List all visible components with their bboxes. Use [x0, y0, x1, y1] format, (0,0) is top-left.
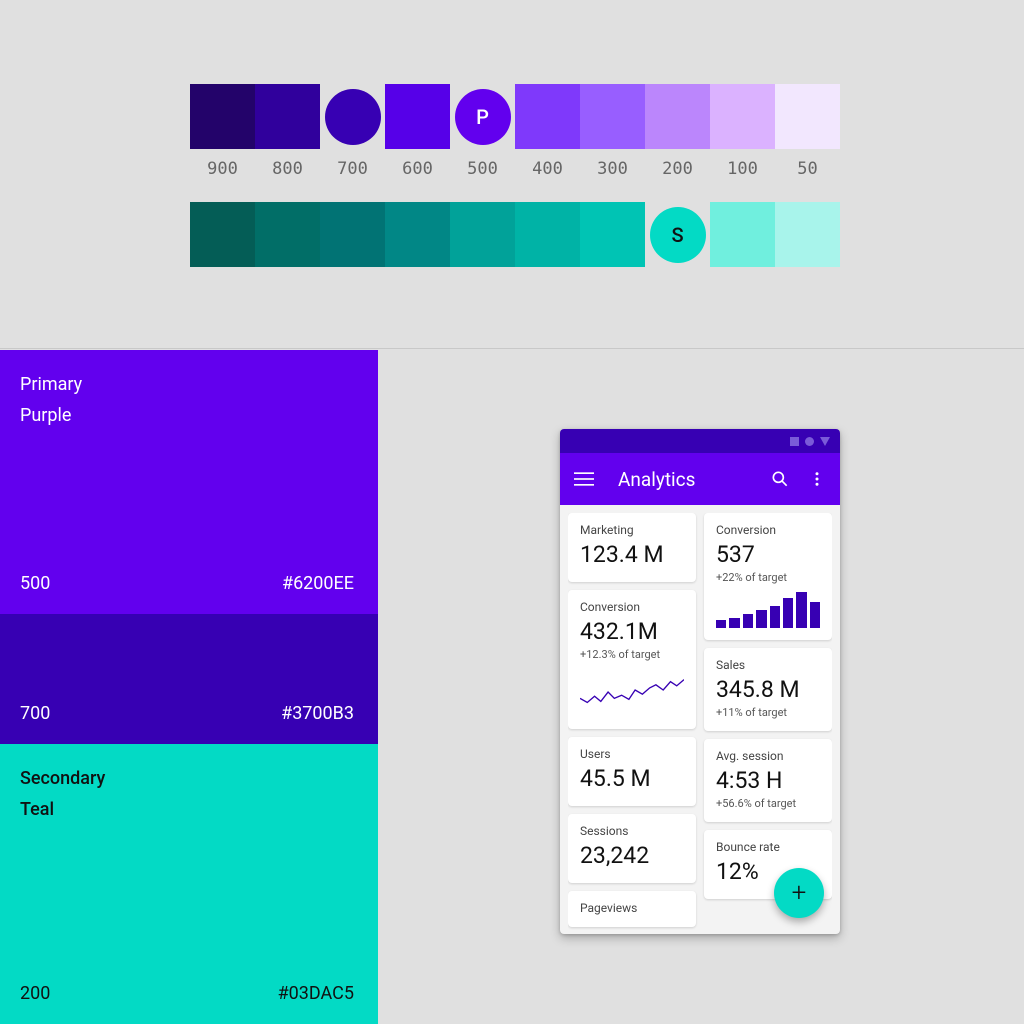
phone-appbar: Analytics — [560, 453, 840, 505]
metric-card[interactable]: Sales 345.8 M +11% of target — [704, 648, 832, 731]
swatch — [580, 202, 645, 267]
tone-label: 200 — [645, 159, 710, 179]
secondary-name: Teal — [20, 795, 354, 826]
primary-label: Primary — [20, 370, 354, 401]
more-icon[interactable] — [808, 470, 826, 488]
swatch — [190, 84, 255, 149]
tone-label: 900 — [190, 159, 255, 179]
primary-tone: 500 — [20, 573, 50, 594]
tone-label: 400 — [515, 159, 580, 179]
fab-add-button[interactable]: + — [774, 868, 824, 918]
swatch — [190, 202, 255, 267]
primary-dark-hex: #3700B3 — [281, 703, 354, 724]
tone-label: 800 — [255, 159, 320, 179]
card-label: Bounce rate — [716, 840, 820, 854]
metric-card[interactable]: Marketing 123.4 M — [568, 513, 696, 582]
tone-label: 300 — [580, 159, 645, 179]
card-label: Conversion — [716, 523, 820, 537]
swatch — [385, 202, 450, 267]
swatch — [710, 84, 775, 149]
metric-card[interactable]: Avg. session 4:53 H +56.6% of target — [704, 739, 832, 822]
swatch — [775, 84, 840, 149]
metric-card[interactable]: Pageviews — [568, 891, 696, 927]
card-value: 23,242 — [580, 842, 684, 869]
tone-labels: 90080070060050040030020010050 — [190, 159, 840, 179]
swatch — [320, 202, 385, 267]
swatch: P — [450, 84, 515, 149]
card-column-left: Marketing 123.4 M Conversion 432.1M +12.3% o… — [568, 513, 696, 934]
card-value: 123.4 M — [580, 541, 684, 568]
card-subtext: +56.6% of target — [716, 797, 820, 810]
swatch — [710, 202, 775, 267]
metric-card[interactable]: Conversion 432.1M +12.3% of target — [568, 590, 696, 729]
card-subtext: +11% of target — [716, 706, 820, 719]
card-label: Pageviews — [580, 901, 684, 915]
swatch — [775, 202, 840, 267]
teal-row: S — [190, 202, 840, 267]
search-icon[interactable] — [770, 469, 790, 489]
app-title: Analytics — [618, 468, 770, 491]
tone-label: 100 — [710, 159, 775, 179]
secondary-hex: #03DAC5 — [278, 983, 354, 1004]
card-label: Avg. session — [716, 749, 820, 763]
metric-card[interactable]: Sessions 23,242 — [568, 814, 696, 883]
status-triangle-icon — [820, 437, 830, 446]
tone-label: 50 — [775, 159, 840, 179]
swatch — [385, 84, 450, 149]
card-subtext: +22% of target — [716, 571, 820, 584]
purple-row: P — [190, 84, 840, 149]
spec-column: Primary Purple 500 #6200EE 700 #3700B3 S… — [0, 350, 378, 1024]
swatch — [255, 84, 320, 149]
swatch: S — [645, 202, 710, 267]
swatch — [580, 84, 645, 149]
sparkline-bars — [716, 592, 820, 628]
phone-statusbar — [560, 429, 840, 453]
swatch — [515, 202, 580, 267]
swatch — [515, 84, 580, 149]
secondary-block: Secondary Teal 200 #03DAC5 — [0, 744, 378, 1024]
tone-label: 500 — [450, 159, 515, 179]
tone-label: 600 — [385, 159, 450, 179]
card-value: 432.1M — [580, 618, 684, 645]
card-label: Conversion — [580, 600, 684, 614]
status-square-icon — [790, 437, 799, 446]
metric-card[interactable]: Users 45.5 M — [568, 737, 696, 806]
primary-name: Purple — [20, 401, 354, 432]
palette-zone: P 90080070060050040030020010050 S — [0, 0, 1024, 349]
card-label: Marketing — [580, 523, 684, 537]
secondary-tone: 200 — [20, 983, 50, 1004]
card-column-right: Conversion 537 +22% of target Sales 345.8 M +… — [704, 513, 832, 934]
metric-card[interactable]: Conversion 537 +22% of target — [704, 513, 832, 640]
primary-dark-tone: 700 — [20, 703, 50, 724]
card-value: 537 — [716, 541, 820, 568]
swatch — [450, 202, 515, 267]
plus-icon: + — [792, 878, 807, 908]
primary-dark-block: 700 #3700B3 — [0, 614, 378, 744]
swatch — [255, 202, 320, 267]
primary-block: Primary Purple 500 #6200EE — [0, 350, 378, 614]
card-label: Users — [580, 747, 684, 761]
card-label: Sessions — [580, 824, 684, 838]
menu-icon[interactable] — [574, 469, 594, 489]
status-circle-icon — [805, 437, 814, 446]
card-value: 4:53 H — [716, 767, 820, 794]
swatch — [645, 84, 710, 149]
card-value: 345.8 M — [716, 676, 820, 703]
sparkline-line — [580, 667, 684, 713]
card-value: 45.5 M — [580, 765, 684, 792]
card-subtext: +12.3% of target — [580, 648, 684, 661]
primary-hex: #6200EE — [282, 573, 354, 594]
phone-mockup: Analytics Marketing 123.4 M Conversion 432.… — [560, 429, 840, 934]
tone-label: 700 — [320, 159, 385, 179]
secondary-label: Secondary — [20, 764, 354, 795]
swatch — [320, 84, 385, 149]
card-label: Sales — [716, 658, 820, 672]
